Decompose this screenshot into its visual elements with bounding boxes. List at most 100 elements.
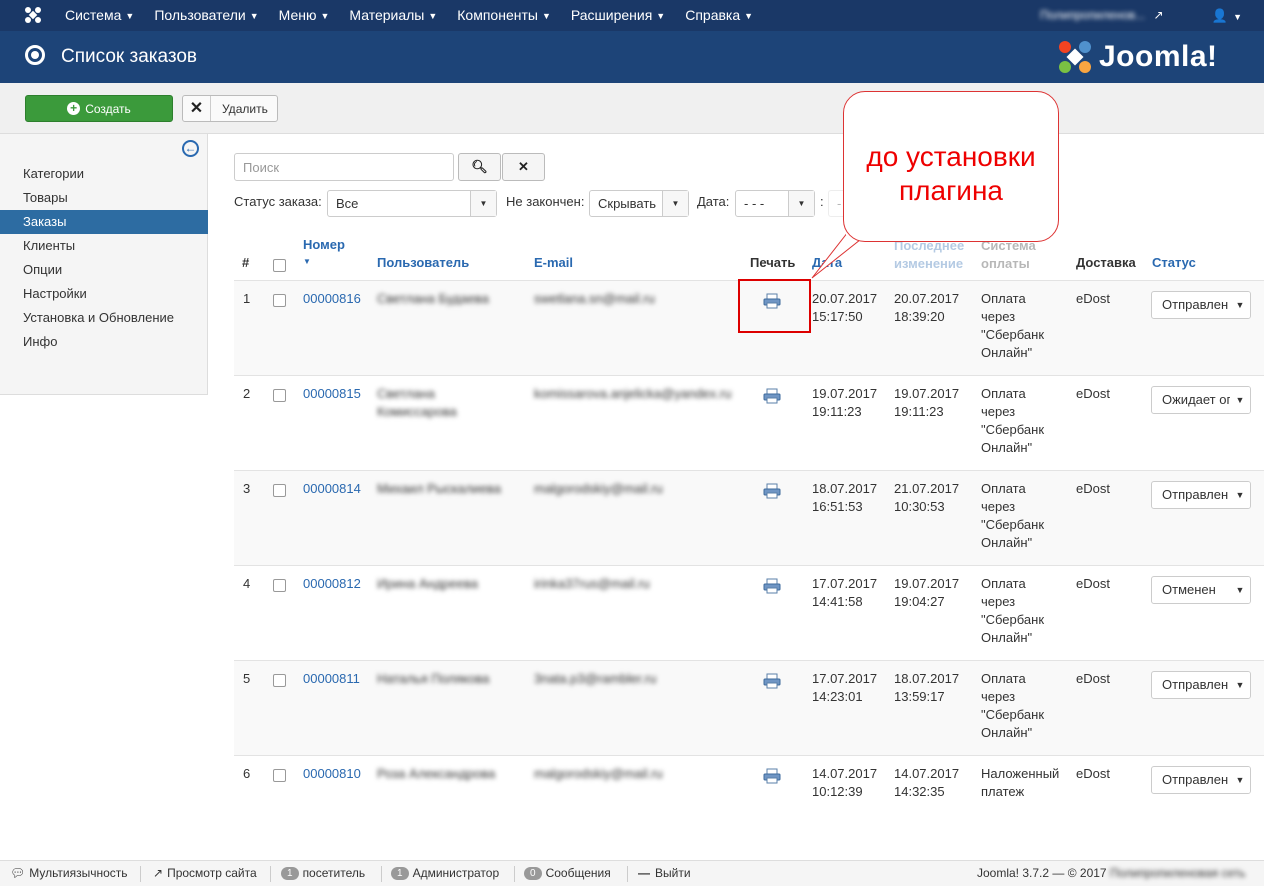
search-icon: 🔍︎ — [471, 159, 488, 174]
sidebar-item-clients[interactable]: Клиенты — [0, 234, 208, 258]
caret-down-icon: ▼ — [744, 11, 754, 21]
col-header-email[interactable]: E-mail — [534, 255, 573, 270]
sidebar-item-options[interactable]: Опции — [0, 258, 208, 282]
date-filter-label: Дата: — [697, 194, 730, 209]
status-select[interactable]: Отправлен ▼ — [1151, 291, 1251, 319]
col-header-num: # — [242, 255, 250, 270]
collapse-sidebar-icon[interactable]: ← — [182, 140, 199, 157]
order-number-link[interactable]: 00000816 — [303, 290, 361, 308]
clear-search-button[interactable]: ✕ — [502, 153, 545, 181]
user-name: Светлана Будаева — [377, 290, 527, 308]
order-number-link[interactable]: 00000815 — [303, 385, 361, 403]
payment-line: Онлайн" — [981, 535, 1033, 550]
order-number-link[interactable]: 00000812 — [303, 575, 361, 593]
messages-indicator[interactable]: 0 Сообщения — [524, 866, 611, 880]
site-link[interactable]: Полипропиленов... ↗ — [1040, 0, 1164, 31]
table-row: 5 00000811 Наталья Полякова 3nata.p3@ramble… — [234, 660, 1264, 755]
admins-indicator[interactable]: 1 Администратор — [391, 866, 499, 880]
status-select[interactable]: Отменен ▼ — [1151, 576, 1251, 604]
plus-icon: + — [67, 102, 81, 115]
payment-line: Оплата — [981, 576, 1026, 591]
logout-link[interactable]: — Выйти — [638, 866, 691, 880]
status-value: Отправлен — [1162, 772, 1229, 787]
menu-menus[interactable]: Меню ▼ — [269, 0, 340, 31]
status-select[interactable]: Отправлен ▼ — [1151, 671, 1251, 699]
payment-line: Онлайн" — [981, 630, 1033, 645]
col-header-status[interactable]: Статус — [1152, 255, 1196, 270]
site-name: Полипропиленов... — [1040, 8, 1146, 22]
col-header-delivery: Доставка — [1076, 255, 1136, 270]
order-number-link[interactable]: 00000811 — [303, 670, 360, 688]
sidebar-item-categories[interactable]: Категории — [0, 162, 208, 186]
status-select[interactable]: Отправлен ▼ — [1151, 481, 1251, 509]
order-number-link[interactable]: 00000814 — [303, 480, 361, 498]
view-site-link[interactable]: ↗ Просмотр сайта — [153, 866, 257, 880]
divider — [514, 866, 515, 882]
multilang-link[interactable]: 💬︎ Мультиязычность — [10, 866, 128, 880]
menu-extensions[interactable]: Расширения ▼ — [561, 0, 675, 31]
joomla-menu-icon[interactable] — [24, 6, 42, 24]
order-number-link[interactable]: 00000810 — [303, 765, 361, 783]
sidebar-item-products[interactable]: Товары — [0, 186, 208, 210]
row-checkbox[interactable] — [273, 769, 286, 782]
unfinished-filter-select[interactable]: Скрывать ▼ — [589, 190, 689, 217]
joomla-version[interactable]: Joomla! 3.7.2 — [977, 866, 1049, 880]
sidebar-item-install-update[interactable]: Установка и Обновление — [0, 306, 208, 330]
delete-button[interactable]: ✕ Удалить — [182, 95, 278, 122]
user-name: Ирина Андреева — [377, 575, 527, 593]
payment-system: Оплата через "Сбербанк Онлайн" — [981, 670, 1044, 742]
user-name: Светлана Комиссарова — [377, 385, 527, 421]
print-icon[interactable] — [763, 388, 781, 404]
delivery-method: eDost — [1076, 766, 1110, 781]
user-menu[interactable]: 👤 ▼ — [1212, 0, 1242, 33]
sidebar: ← Категории Товары Заказы Клиенты Опции … — [0, 134, 208, 395]
col-header-number[interactable]: Номер ▼ — [303, 237, 345, 267]
payment-line: Оплата — [981, 386, 1026, 401]
visitors-indicator[interactable]: 1 посетитель — [281, 866, 365, 880]
payment-system: Оплата через "Сбербанк Онлайн" — [981, 575, 1044, 647]
menu-label: Система — [65, 7, 122, 23]
order-date-time: 19:11:23 — [812, 404, 862, 419]
create-button[interactable]: + Создать — [25, 95, 173, 122]
menu-content[interactable]: Материалы ▼ — [339, 0, 447, 31]
menu-components[interactable]: Компоненты ▼ — [447, 0, 561, 31]
status-filter-select[interactable]: Все ▼ — [327, 190, 497, 217]
user-email: malgorodskiy@mail.ru — [534, 481, 663, 496]
status-value: Отправлен — [1162, 487, 1229, 502]
print-icon[interactable] — [763, 673, 781, 689]
minus-icon: — — [638, 866, 650, 880]
delete-label: Удалить — [222, 101, 268, 116]
status-select[interactable]: Ожидает оплаты▼ — [1151, 386, 1251, 414]
col-header-modified[interactable]: Последнее изменение — [894, 237, 964, 273]
print-icon[interactable] — [763, 483, 781, 499]
external-link-icon: ↗ — [1153, 8, 1164, 22]
row-checkbox[interactable] — [273, 294, 286, 307]
sort-desc-icon: ▼ — [303, 257, 311, 266]
col-header-user[interactable]: Пользователь — [377, 255, 469, 270]
select-all-checkbox[interactable] — [273, 259, 286, 272]
menu-label: Пользователи — [154, 7, 246, 23]
status-select[interactable]: Отправлен ▼ — [1151, 766, 1251, 794]
sidebar-item-orders[interactable]: Заказы — [0, 210, 208, 234]
print-icon[interactable] — [763, 578, 781, 594]
print-icon[interactable] — [763, 768, 781, 784]
payment-line: "Сбербанк — [981, 517, 1045, 532]
date-from-select[interactable]: - - - ▼ — [735, 190, 815, 217]
search-input[interactable] — [234, 153, 454, 181]
search-button[interactable]: 🔍︎ — [458, 153, 501, 181]
row-checkbox[interactable] — [273, 579, 286, 592]
sidebar-item-info[interactable]: Инфо — [0, 330, 208, 354]
menu-users[interactable]: Пользователи ▼ — [144, 0, 268, 31]
sidebar-item-settings[interactable]: Настройки — [0, 282, 208, 306]
modified-date: 14.07.2017 14:32:35 — [894, 765, 959, 801]
row-checkbox[interactable] — [273, 389, 286, 402]
row-checkbox[interactable] — [273, 674, 286, 687]
payment-line: платеж — [981, 784, 1025, 799]
order-date: 17.07.2017 14:23:01 — [812, 670, 877, 706]
row-checkbox[interactable] — [273, 484, 286, 497]
menu-help[interactable]: Справка ▼ — [675, 0, 763, 31]
menu-system[interactable]: Система ▼ — [55, 0, 144, 31]
payment-system: Оплата через "Сбербанк Онлайн" — [981, 290, 1044, 362]
caret-down-icon: ▼ — [656, 11, 666, 21]
multilang-label: Мультиязычность — [29, 866, 128, 880]
